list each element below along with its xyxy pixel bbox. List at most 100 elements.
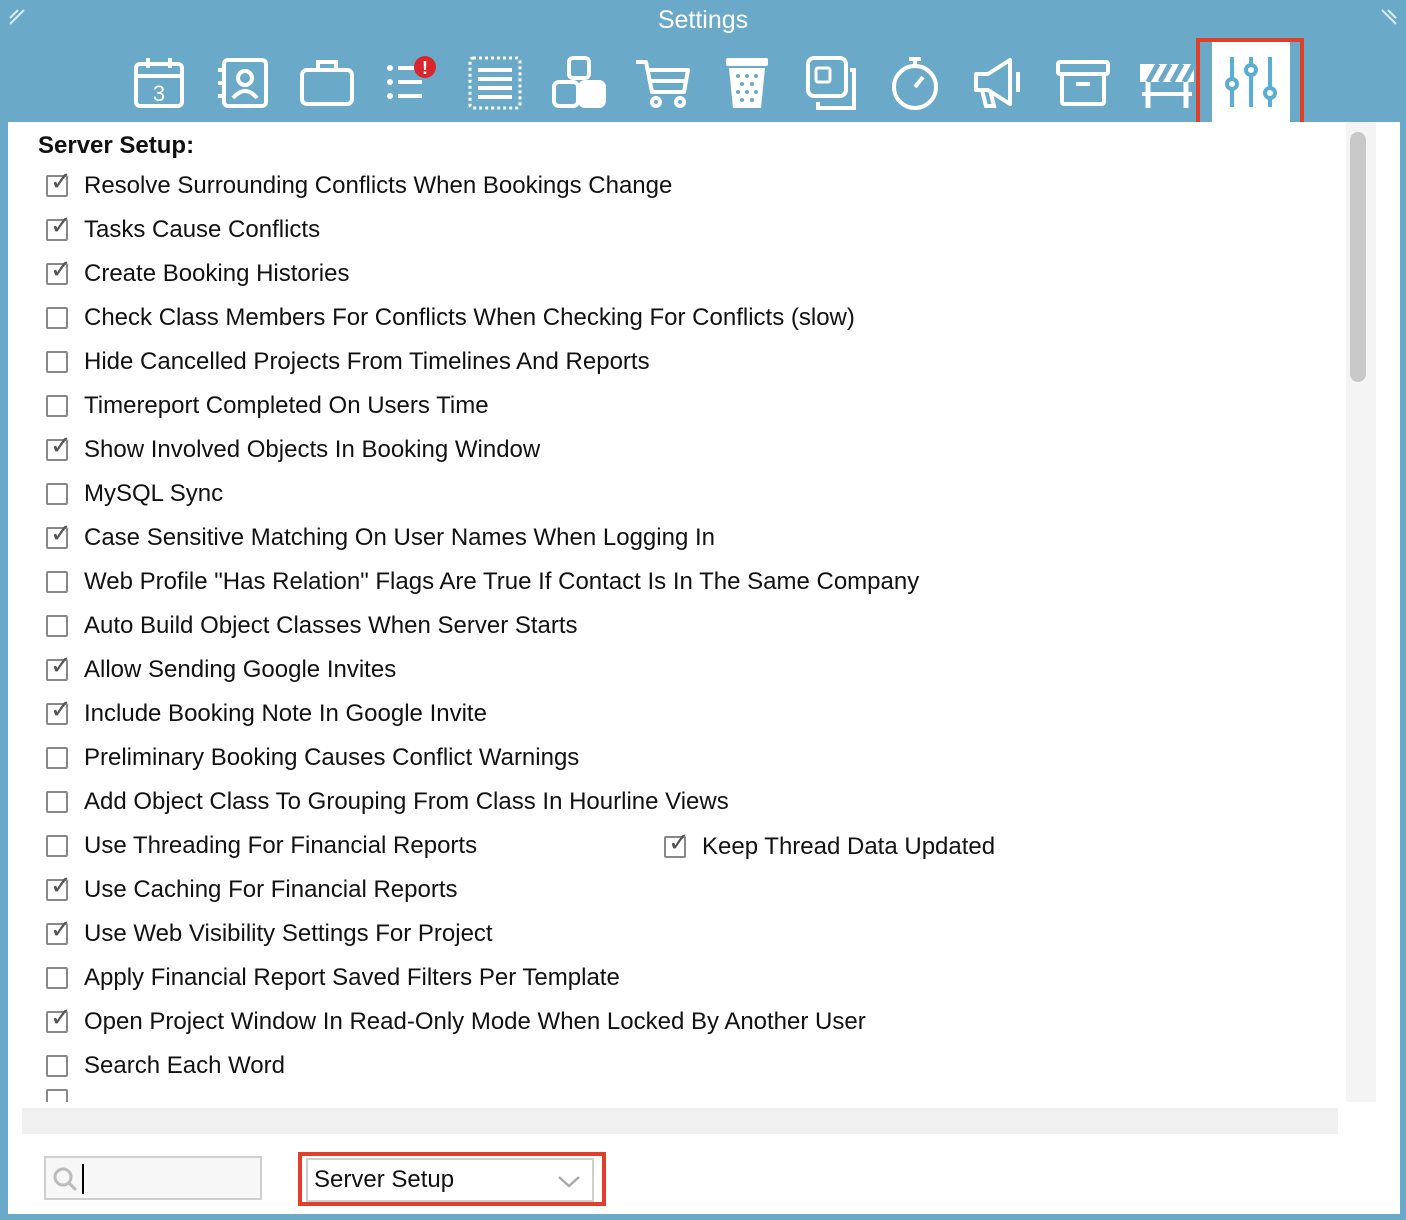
- text-caret: [82, 1164, 84, 1194]
- timer-icon[interactable]: [884, 52, 946, 114]
- option-label: Search Each Word: [84, 1052, 285, 1079]
- option-row-partial[interactable]: [46, 1082, 84, 1102]
- checkbox[interactable]: ✓: [46, 873, 72, 901]
- vertical-scrollbar[interactable]: [1346, 122, 1376, 1102]
- option-row[interactable]: ✓ Keep Thread Data Updated: [664, 829, 995, 865]
- option-label: Open Project Window In Read-Only Mode Wh…: [84, 1008, 866, 1035]
- checkmark-icon: ✓: [50, 431, 72, 461]
- checkbox[interactable]: [46, 967, 68, 989]
- horizontal-scrollbar[interactable]: [22, 1108, 1338, 1134]
- option-row[interactable]: ✓ Open Project Window In Read-Only Mode W…: [46, 1004, 866, 1040]
- checkbox[interactable]: [46, 747, 68, 769]
- option-row[interactable]: MySQL Sync: [46, 476, 223, 512]
- checkbox[interactable]: ✓: [46, 697, 72, 725]
- option-label: Resolve Surrounding Conflicts When Booki…: [84, 172, 673, 199]
- search-input[interactable]: [44, 1156, 262, 1200]
- objects-icon[interactable]: [548, 52, 610, 114]
- checkbox[interactable]: ✓: [46, 433, 72, 461]
- cart-icon[interactable]: [632, 52, 694, 114]
- option-label: Add Object Class To Grouping From Class …: [84, 788, 729, 815]
- checkmark-icon: ✓: [50, 211, 72, 241]
- option-row[interactable]: Web Profile "Has Relation" Flags Are Tru…: [46, 564, 919, 600]
- checkbox[interactable]: [46, 615, 68, 637]
- option-row[interactable]: Add Object Class To Grouping From Class …: [46, 784, 729, 820]
- checkmark-icon: ✓: [668, 828, 690, 858]
- briefcase-icon[interactable]: [296, 52, 358, 114]
- checkbox[interactable]: [46, 1055, 68, 1077]
- option-row[interactable]: Preliminary Booking Causes Conflict Warn…: [46, 740, 579, 776]
- calendar-day: 3: [153, 81, 165, 106]
- option-label: Keep Thread Data Updated: [702, 833, 996, 860]
- checkmark-icon: ✓: [50, 651, 72, 681]
- trash-icon[interactable]: [716, 52, 778, 114]
- option-label: MySQL Sync: [84, 480, 224, 507]
- checkbox[interactable]: ✓: [46, 917, 72, 945]
- option-label: Preliminary Booking Causes Conflict Warn…: [84, 744, 580, 771]
- checkbox[interactable]: ✓: [46, 257, 72, 285]
- checkmark-icon: ✓: [50, 519, 72, 549]
- option-label: Web Profile "Has Relation" Flags Are Tru…: [84, 568, 920, 595]
- option-row[interactable]: ✓ Use Web Visibility Settings For Project: [46, 916, 493, 952]
- title-bar: Settings: [0, 0, 1406, 40]
- svg-text:!: !: [422, 58, 428, 78]
- checkbox[interactable]: ✓: [46, 1005, 72, 1033]
- option-label: Timereport Completed On Users Time: [84, 392, 489, 419]
- options-list: Server Setup: ✓ Resolve Surrounding Confl…: [8, 122, 1346, 1102]
- option-row[interactable]: Apply Financial Report Saved Filters Per…: [46, 960, 620, 996]
- checkbox[interactable]: [46, 483, 68, 505]
- checkbox[interactable]: [46, 307, 68, 329]
- option-row[interactable]: ✓ Resolve Surrounding Conflicts When Book…: [46, 168, 672, 204]
- scroll-thumb[interactable]: [1350, 132, 1366, 382]
- checkmark-icon: ✓: [50, 915, 72, 945]
- option-row[interactable]: Check Class Members For Conflicts When C…: [46, 300, 855, 336]
- option-label: Check Class Members For Conflicts When C…: [84, 304, 855, 331]
- checkbox[interactable]: ✓: [46, 521, 72, 549]
- megaphone-icon[interactable]: [968, 52, 1030, 114]
- checkbox[interactable]: ✓: [46, 213, 72, 241]
- list-box-icon[interactable]: [464, 52, 526, 114]
- checkbox[interactable]: ✓: [46, 169, 72, 197]
- option-row[interactable]: Use Threading For Financial Reports: [46, 828, 477, 864]
- checkmark-icon: ✓: [50, 871, 72, 901]
- settings-content: Server Setup: ✓ Resolve Surrounding Confl…: [8, 122, 1400, 1214]
- option-row[interactable]: Timereport Completed On Users Time: [46, 388, 489, 424]
- option-row[interactable]: ✓ Include Booking Note In Google Invite: [46, 696, 487, 732]
- resize-handle-icon[interactable]: [1380, 8, 1398, 26]
- option-label: Hide Cancelled Projects From Timelines A…: [84, 348, 650, 375]
- checkbox[interactable]: [46, 791, 68, 813]
- checkbox[interactable]: [46, 1089, 68, 1102]
- option-label: Apply Financial Report Saved Filters Per…: [84, 964, 620, 991]
- option-row[interactable]: ✓ Case Sensitive Matching On User Names W…: [46, 520, 715, 556]
- option-label: Include Booking Note In Google Invite: [84, 700, 487, 727]
- checkmark-icon: ✓: [50, 1003, 72, 1033]
- option-label: Auto Build Object Classes When Server St…: [84, 612, 578, 639]
- checkbox[interactable]: [46, 571, 68, 593]
- layers-icon[interactable]: [800, 52, 862, 114]
- checkbox[interactable]: [46, 835, 68, 857]
- option-label: Allow Sending Google Invites: [84, 656, 397, 683]
- checkbox[interactable]: ✓: [664, 830, 690, 858]
- archive-icon[interactable]: [1052, 52, 1114, 114]
- checkbox[interactable]: [46, 351, 68, 373]
- calendar-icon[interactable]: 3: [128, 52, 190, 114]
- option-row[interactable]: ✓ Tasks Cause Conflicts: [46, 212, 320, 248]
- option-row[interactable]: Hide Cancelled Projects From Timelines A…: [46, 344, 650, 380]
- task-list-alert-icon[interactable]: !: [380, 52, 442, 114]
- option-row[interactable]: Search Each Word: [46, 1048, 285, 1084]
- option-row[interactable]: Auto Build Object Classes When Server St…: [46, 608, 578, 644]
- option-label: Use Web Visibility Settings For Project: [84, 920, 493, 947]
- settings-toolbar: 3 !: [0, 38, 1406, 128]
- option-row[interactable]: ✓ Show Involved Objects In Booking Window: [46, 432, 540, 468]
- option-row[interactable]: ✓ Allow Sending Google Invites: [46, 652, 396, 688]
- settings-window: Settings 3 ! Server Setup: ✓ Resolve Sur…: [0, 0, 1406, 1220]
- window-title: Settings: [657, 6, 749, 34]
- checkbox[interactable]: ✓: [46, 653, 72, 681]
- option-row[interactable]: ✓ Create Booking Histories: [46, 256, 349, 292]
- checkbox[interactable]: [46, 395, 68, 417]
- contacts-icon[interactable]: [212, 52, 274, 114]
- checkmark-icon: ✓: [50, 255, 72, 285]
- option-row[interactable]: ✓ Use Caching For Financial Reports: [46, 872, 458, 908]
- barrier-icon[interactable]: [1136, 52, 1198, 114]
- option-label: Case Sensitive Matching On User Names Wh…: [84, 524, 715, 551]
- option-label: Create Booking Histories: [84, 260, 350, 287]
